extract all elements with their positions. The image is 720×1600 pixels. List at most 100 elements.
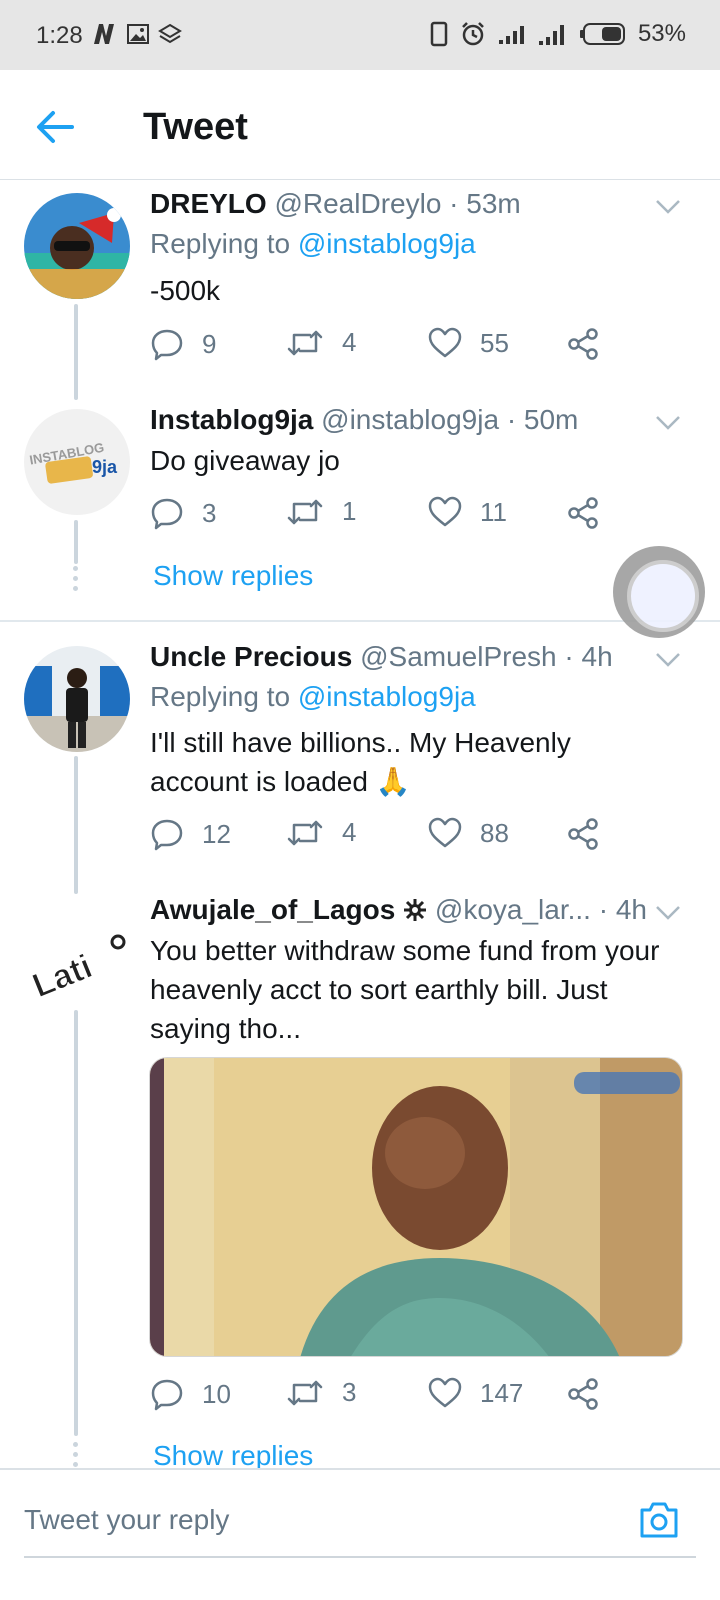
heart-icon [428,1377,462,1408]
camera-icon[interactable] [638,1500,680,1540]
battery-icon [579,23,625,45]
tweet-timestamp: · 53m [449,188,521,219]
reply-count: 3 [202,497,217,528]
chevron-down-icon[interactable] [654,904,682,922]
tweet-image[interactable] [149,1057,683,1357]
like-button[interactable]: 11 [428,496,507,528]
status-bar: 1:28 53% [0,0,720,70]
floating-assistive-touch-button[interactable] [613,546,705,638]
reply-count: 10 [202,1378,231,1409]
show-replies-link[interactable]: Show replies [153,560,313,592]
tweet-timestamp: · 50m [506,404,579,435]
share-button[interactable] [566,817,600,851]
replying-to: Replying to @instablog9ja [150,681,476,713]
retweet-count: 4 [342,327,357,357]
tweet-actions: 3 1 11 [150,496,610,536]
tweet-text: I'll still have billions.. My Heavenly a… [150,727,571,797]
retweet-button[interactable]: 1 [286,496,356,527]
status-time: 1:28 [36,22,83,49]
tweet-timestamp: · 4h [564,641,613,672]
top-app-bar: Tweet [0,70,720,180]
tweet-author-name[interactable]: Instablog9ja [150,404,313,435]
replying-to-label: Replying to [150,228,291,259]
thread-dots [73,566,79,596]
reply-composer [0,1468,720,1600]
reply-icon [151,819,183,851]
heart-icon [428,817,462,848]
tweet-author-name[interactable]: DREYLO [150,188,267,219]
reply-icon [151,1379,183,1411]
retweet-icon [287,1380,323,1405]
like-count: 11 [480,496,507,527]
tweet-author-handle[interactable]: @koya_lar... [435,894,591,925]
retweet-count: 1 [342,496,357,526]
tweet-author-name[interactable]: Awujale_of_Lagos [150,894,395,925]
tweet-header: DREYLO @RealDreylo · 53m [150,188,521,220]
reply-input[interactable] [0,1470,620,1570]
share-button[interactable] [566,327,600,361]
tweet-header: Instablog9ja @instablog9ja · 50m [150,404,578,436]
replying-to-mention[interactable]: @instablog9ja [298,681,476,712]
tweet-text: -500k [150,275,221,306]
signal-hplus-icon [538,25,564,45]
reply-button[interactable]: 12 [150,817,231,851]
chevron-down-icon[interactable] [654,198,682,216]
reply-button[interactable]: 10 [150,1377,231,1411]
divider [0,620,720,622]
avatar[interactable] [24,646,130,752]
like-button[interactable]: 147 [428,1377,523,1409]
retweet-icon [287,499,323,524]
svg-text:9ja: 9ja [92,457,118,477]
chevron-down-icon[interactable] [654,414,682,432]
retweet-button[interactable]: 4 [286,817,356,848]
thread-line [74,756,78,894]
tweet-author-name[interactable]: Uncle Precious [150,641,352,672]
share-button[interactable] [566,496,600,530]
reply-icon [151,329,183,361]
status-notification-icons [92,22,182,46]
share-icon [568,1378,598,1410]
heart-icon [428,327,462,358]
retweet-icon [287,330,323,355]
vibrate-icon [430,21,448,47]
replying-to: Replying to @instablog9ja [150,228,476,260]
tweet-author-handle[interactable]: @RealDreylo [274,188,441,219]
tweet-actions: 9 4 55 [150,327,610,367]
tweet-text: Do giveaway jo [150,445,340,476]
reply-button[interactable]: 9 [150,327,216,361]
replying-to-mention[interactable]: @instablog9ja [298,228,476,259]
tweet-timestamp: · 4h [598,894,647,925]
gear-badge-icon [404,899,427,921]
chevron-down-icon[interactable] [654,651,682,669]
reply-button[interactable]: 3 [150,496,216,530]
share-button[interactable] [566,1377,600,1411]
battery-percent: 53% [637,20,686,47]
like-button[interactable]: 88 [428,817,509,849]
tweet-author-handle[interactable]: @SamuelPresh [360,641,557,672]
thread-line [74,304,78,400]
retweet-count: 4 [342,817,357,847]
avatar[interactable]: Lati [24,908,130,1014]
heart-icon [428,496,462,527]
like-count: 147 [480,1377,524,1408]
tweet-text: You better withdraw some fund from your … [150,935,660,1044]
replying-to-label: Replying to [150,681,291,712]
retweet-button[interactable]: 3 [286,1377,356,1408]
alarm-icon [462,22,484,46]
like-count: 55 [480,327,509,358]
avatar[interactable] [24,193,130,299]
retweet-button[interactable]: 4 [286,327,356,358]
like-count: 88 [480,817,509,848]
avatar[interactable]: INSTABLOG 9ja [24,409,130,515]
share-icon [568,818,598,850]
tweet-header: Uncle Precious @SamuelPresh · 4h [150,641,613,673]
share-icon [568,497,598,529]
thread-line [74,1010,78,1436]
tweet-header: Awujale_of_Lagos @koya_lar... · 4h [150,894,647,926]
like-button[interactable]: 55 [428,327,509,359]
retweet-icon [287,820,323,845]
tweet-author-handle[interactable]: @instablog9ja [321,404,499,435]
page-title: Tweet [143,106,248,148]
tweet-media-photo [150,1058,682,1356]
back-arrow-icon[interactable] [34,106,76,148]
